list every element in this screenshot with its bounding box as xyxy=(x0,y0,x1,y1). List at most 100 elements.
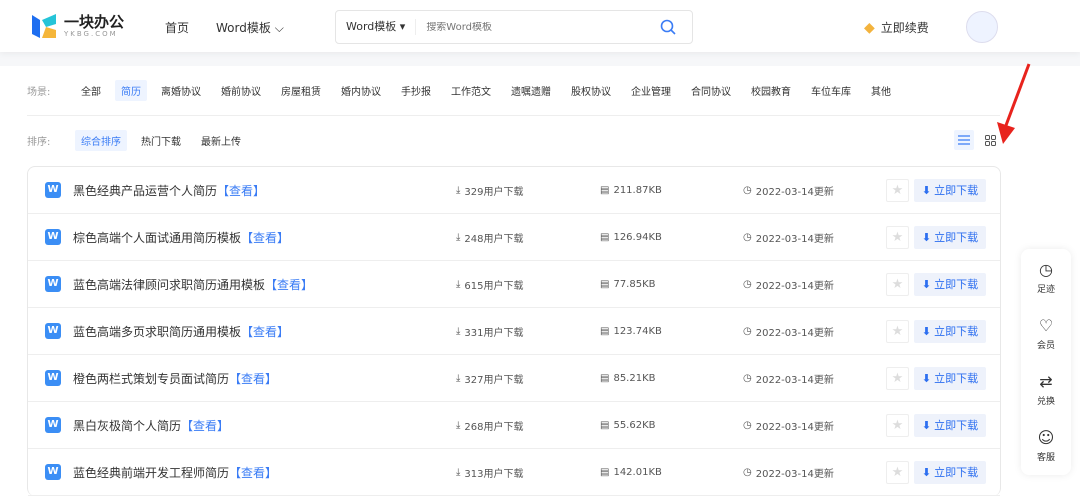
scene-filter-item[interactable]: 婚前协议 xyxy=(215,80,267,101)
favorite-button[interactable]: ★ xyxy=(886,366,909,390)
sidebar-item[interactable]: ☺ 客服 xyxy=(1021,417,1071,473)
scene-filter-item[interactable]: 车位车库 xyxy=(805,80,857,101)
star-icon: ★ xyxy=(891,323,904,339)
template-title[interactable]: 橙色两栏式策划专员面试简历【查看】 xyxy=(73,370,277,387)
top-header: 一块办公YKBG.COM 首页 Word模板 ⌵ Word模板 ▾ ◆立即续费 xyxy=(0,0,1080,52)
download-count: 248用户下载 xyxy=(464,233,524,245)
word-file-icon: W xyxy=(45,464,61,480)
download-button[interactable]: ⬇ 立即下载 xyxy=(914,460,986,484)
file-size-icon: ▤ xyxy=(600,419,610,431)
download-button[interactable]: ⬇ 立即下载 xyxy=(914,413,986,437)
file-size: 85.21KB xyxy=(613,372,656,384)
update-date: 2022-03-14更新 xyxy=(755,468,834,480)
sidebar-item[interactable]: ◷ 足迹 xyxy=(1021,249,1071,305)
favorite-button[interactable]: ★ xyxy=(886,225,909,249)
download-count: 327用户下载 xyxy=(464,374,524,386)
search-input[interactable] xyxy=(426,21,657,33)
template-title[interactable]: 蓝色高端多页求职简历通用模板【查看】 xyxy=(73,323,289,340)
view-link[interactable]: 【查看】 xyxy=(241,231,289,245)
download-button[interactable]: ⬇ 立即下载 xyxy=(914,225,986,249)
scene-filter-item[interactable]: 遗嘱遗赠 xyxy=(505,80,557,101)
logo[interactable]: 一块办公 YKBG.COM xyxy=(30,12,124,40)
view-link[interactable]: 【查看】 xyxy=(181,419,229,433)
scene-filter-item[interactable]: 简历 xyxy=(115,79,147,101)
scene-filter-item[interactable]: 房屋租赁 xyxy=(275,80,327,101)
favorite-button[interactable]: ★ xyxy=(886,178,909,202)
download-icon: ⬇ xyxy=(921,418,932,432)
download-count: 329用户下载 xyxy=(464,186,524,198)
file-size: 123.74KB xyxy=(613,325,662,337)
history-icon: ◷ xyxy=(1039,259,1053,279)
download-button[interactable]: ⬇ 立即下载 xyxy=(914,178,986,202)
favorite-button[interactable]: ★ xyxy=(886,460,909,484)
star-icon: ★ xyxy=(891,182,904,198)
template-title[interactable]: 蓝色经典前端开发工程师简历【查看】 xyxy=(73,464,277,481)
filters: 场景: 全部 简历 离婚协议 婚前协议 房屋租赁 婚内协议 手抄报 工作范文 遗嘱遗赠 股权协议企… xyxy=(27,79,1000,151)
nav-word-templates[interactable]: Word模板 ⌵ xyxy=(216,19,284,36)
scene-filter-item[interactable]: 股权协议 xyxy=(565,80,617,101)
divider-strip xyxy=(0,52,1080,66)
template-title[interactable]: 棕色高端个人面试通用简历模板【查看】 xyxy=(73,229,289,246)
template-title[interactable]: 蓝色高端法律顾问求职简历通用模板【查看】 xyxy=(73,276,313,293)
download-count: 268用户下载 xyxy=(464,421,524,433)
diamond-icon: ◆ xyxy=(864,19,875,36)
scene-filter-item[interactable]: 全部 xyxy=(75,80,107,101)
renew-button[interactable]: ◆ 立即续费 xyxy=(864,19,929,36)
nav-home[interactable]: 首页 xyxy=(165,19,189,36)
download-button[interactable]: ⬇ 立即下载 xyxy=(914,366,986,390)
file-size-icon: ▤ xyxy=(600,325,610,337)
file-size: 77.85KB xyxy=(613,278,656,290)
sidebar-item[interactable]: ⇄ 兑换 xyxy=(1021,361,1071,417)
download-count-icon: ⤓ xyxy=(456,466,461,478)
table-row: W 黑白灰极简个人简历【查看】 ⤓ 268用户下载 ▤ 55.62KB ◷ 2022-… xyxy=(28,402,1000,449)
view-link[interactable]: 【查看】 xyxy=(229,466,277,480)
update-date: 2022-03-14更新 xyxy=(755,374,834,386)
template-title[interactable]: 黑色经典产品运营个人简历【查看】 xyxy=(73,182,265,199)
sort-option[interactable]: 最新上传 xyxy=(195,130,247,151)
sidebar-item[interactable]: ♡ 会员 xyxy=(1021,305,1071,361)
template-list: W 黑色经典产品运营个人简历【查看】 ⤓ 329用户下载 ▤ 211.87KB ◷ 2… xyxy=(27,166,1001,496)
search-category-select[interactable]: Word模板 ▾ xyxy=(336,19,417,35)
update-date: 2022-03-14更新 xyxy=(755,327,834,339)
download-icon: ⬇ xyxy=(921,183,932,197)
search-icon[interactable] xyxy=(660,19,676,35)
sort-option[interactable]: 综合排序 xyxy=(75,129,127,151)
download-button[interactable]: ⬇ 立即下载 xyxy=(914,319,986,343)
vip-icon: ♡ xyxy=(1038,315,1054,335)
favorite-button[interactable]: ★ xyxy=(886,319,909,343)
scene-filter-item[interactable]: 手抄报 xyxy=(395,80,437,101)
favorite-button[interactable]: ★ xyxy=(886,272,909,296)
chevron-down-icon: ⌵ xyxy=(274,21,284,35)
clock-icon: ◷ xyxy=(743,372,752,384)
star-icon: ★ xyxy=(891,417,904,433)
view-link[interactable]: 【查看】 xyxy=(229,372,277,386)
download-button[interactable]: ⬇ 立即下载 xyxy=(914,272,986,296)
scene-filter-item[interactable]: 婚内协议 xyxy=(335,80,387,101)
file-size: 55.62KB xyxy=(613,419,656,431)
scene-filter-item[interactable]: 企业管理 xyxy=(625,80,677,101)
scene-filter-item[interactable]: 离婚协议 xyxy=(155,80,207,101)
favorite-button[interactable]: ★ xyxy=(886,413,909,437)
download-icon: ⬇ xyxy=(921,465,932,479)
scene-filter-item[interactable]: 合同协议 xyxy=(685,80,737,101)
word-file-icon: W xyxy=(45,417,61,433)
star-icon: ★ xyxy=(891,464,904,480)
list-view-icon[interactable] xyxy=(954,130,974,150)
file-size: 142.01KB xyxy=(613,466,662,478)
view-link[interactable]: 【查看】 xyxy=(217,184,265,198)
scene-filter-item[interactable]: 校园教育 xyxy=(745,80,797,101)
scene-filter-item[interactable]: 工作范文 xyxy=(445,80,497,101)
view-link[interactable]: 【查看】 xyxy=(241,325,289,339)
sort-option[interactable]: 热门下载 xyxy=(135,130,187,151)
avatar[interactable] xyxy=(966,11,998,43)
view-link[interactable]: 【查看】 xyxy=(265,278,313,292)
download-icon: ⬇ xyxy=(921,277,932,291)
scene-filter-item[interactable]: 其他 xyxy=(865,80,897,101)
clock-icon: ◷ xyxy=(743,184,752,196)
star-icon: ★ xyxy=(891,276,904,292)
table-row: W 蓝色高端多页求职简历通用模板【查看】 ⤓ 331用户下载 ▤ 123.74KB … xyxy=(28,308,1000,355)
template-title[interactable]: 黑白灰极简个人简历【查看】 xyxy=(73,417,229,434)
table-row: W 蓝色高端法律顾问求职简历通用模板【查看】 ⤓ 615用户下载 ▤ 77.85KB… xyxy=(28,261,1000,308)
download-count-icon: ⤓ xyxy=(456,278,461,290)
word-file-icon: W xyxy=(45,229,61,245)
